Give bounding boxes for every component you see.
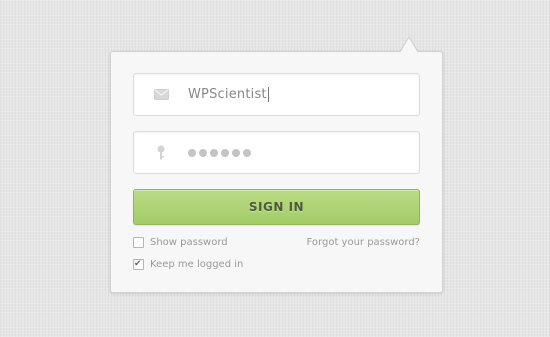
password-mask-dot xyxy=(199,148,207,157)
show-password-checkbox[interactable] xyxy=(133,237,144,248)
password-mask-dot xyxy=(188,148,196,157)
keep-logged-in-checkbox[interactable]: ✔ xyxy=(133,259,144,270)
password-mask-dot xyxy=(243,148,251,157)
sign-in-button[interactable]: SIGN IN xyxy=(133,189,420,225)
username-input[interactable]: WPScientist xyxy=(188,87,269,102)
text-caret xyxy=(267,87,269,102)
keep-logged-in-label: Keep me logged in xyxy=(150,259,244,270)
envelope-icon xyxy=(152,86,170,104)
checkmark-icon: ✔ xyxy=(134,259,142,269)
panel-pointer-fill xyxy=(400,38,418,53)
username-text: WPScientist xyxy=(188,87,267,102)
password-field[interactable] xyxy=(133,131,420,174)
password-mask-dot xyxy=(210,148,218,157)
keep-logged-in-option[interactable]: ✔ Keep me logged in xyxy=(133,259,243,270)
password-input[interactable] xyxy=(188,148,251,157)
login-panel: WPScientist SIGN IN Show password Forgot… xyxy=(110,51,443,293)
username-field[interactable]: WPScientist xyxy=(133,73,420,116)
password-mask-dot xyxy=(232,148,240,157)
forgot-password-link[interactable]: Forgot your password? xyxy=(307,237,420,248)
show-password-option[interactable]: Show password xyxy=(133,237,228,248)
password-mask-dot xyxy=(221,148,229,157)
show-password-label: Show password xyxy=(150,237,228,248)
key-icon xyxy=(152,144,170,162)
